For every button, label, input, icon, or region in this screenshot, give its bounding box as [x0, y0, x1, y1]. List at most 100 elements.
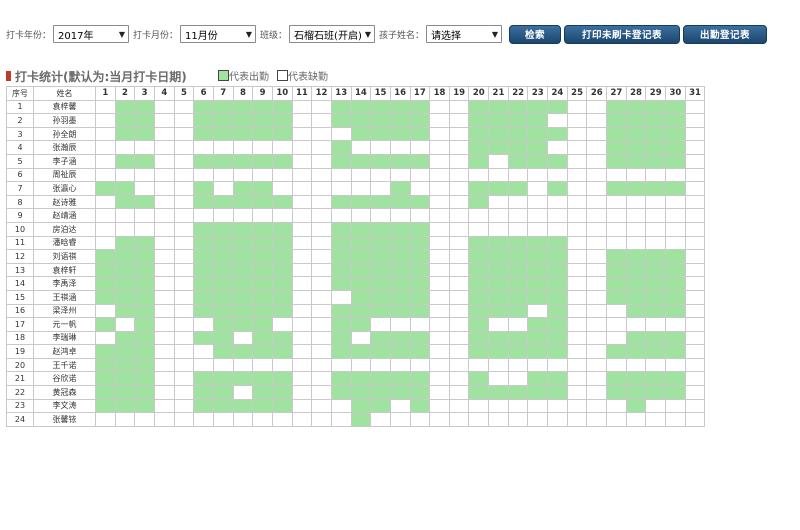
attendance-cell-present — [370, 99, 391, 115]
attendance-cell-present — [350, 317, 372, 332]
child-name: 潘晗睿 — [33, 235, 96, 251]
attendance-cell-present — [212, 344, 234, 359]
attendance-cell-present — [193, 235, 214, 251]
attendance-cell-absent — [173, 385, 195, 400]
attendance-cell-present — [212, 303, 234, 319]
attendance-cell-absent — [566, 126, 588, 142]
attendance-cell-present — [488, 181, 509, 196]
attendance-cell-present — [645, 276, 667, 291]
attendance-cell-present — [95, 289, 116, 305]
attendance-cell-absent — [527, 412, 549, 427]
attendance-cell-absent — [291, 330, 313, 346]
attendance-cell-absent — [153, 330, 175, 346]
attendance-cell-present — [527, 235, 549, 251]
attendance-cell-absent — [252, 167, 273, 183]
attendance-cell-absent — [429, 208, 450, 223]
attendance-cell-present — [409, 262, 431, 278]
attendance-cell-absent — [193, 317, 214, 332]
attendance-cell-present — [212, 153, 234, 169]
attendance-cell-absent — [95, 113, 116, 128]
attendance-cell-present — [468, 262, 490, 278]
attendance-cell-absent — [684, 276, 706, 291]
attendance-cell-absent — [252, 208, 273, 223]
attendance-cell-absent — [566, 235, 588, 251]
attendance-cell-absent — [311, 235, 332, 251]
attendance-cell-absent — [291, 235, 313, 251]
attendance-cell-present — [468, 385, 490, 400]
attendance-cell-absent — [448, 385, 470, 400]
attendance-cell-absent — [173, 317, 195, 332]
attendance-cell-present — [665, 181, 686, 196]
attendance-cell-absent — [330, 357, 352, 373]
attendance-cell-present — [389, 303, 411, 319]
attendance-cell-absent — [350, 140, 372, 155]
attendance-cell-absent — [311, 126, 332, 142]
attendance-cell-absent — [566, 113, 588, 128]
legend-absent: 代表缺勤 — [277, 68, 328, 83]
attendance-cell-present — [350, 385, 372, 400]
attendance-cell-present — [606, 249, 627, 264]
attendance-cell-present — [193, 276, 214, 291]
attendance-cell-absent — [153, 357, 175, 373]
print-unswiped-button[interactable]: 打印未刷卡登记表 — [564, 24, 681, 44]
child-name: 张瀛心 — [33, 181, 96, 196]
attendance-cell-absent — [291, 344, 313, 359]
attendance-cell-absent — [566, 412, 588, 427]
child-name: 周祉辰 — [33, 167, 96, 183]
attendance-cell-absent — [547, 398, 568, 414]
attendance-cell-absent — [114, 140, 136, 155]
attendance-cell-absent — [448, 113, 470, 128]
attendance-cell-present — [232, 99, 254, 115]
attendance-cell-present — [252, 371, 273, 387]
attendance-cell-present — [468, 235, 490, 251]
attendance-cell-present — [606, 276, 627, 291]
attendance-cell-absent — [606, 357, 627, 373]
attendance-cell-present — [350, 289, 372, 305]
day-header: 1 — [95, 86, 116, 101]
attendance-cell-present — [212, 262, 234, 278]
attendance-cell-present — [527, 371, 549, 387]
attendance-cell-absent — [193, 208, 214, 223]
attendance-cell-present — [547, 317, 568, 332]
year-select[interactable]: 2017年 ▼ — [53, 25, 130, 43]
attendance-cell-absent — [153, 126, 175, 142]
attendance-cell-absent — [311, 412, 332, 427]
attendance-cell-absent — [645, 412, 667, 427]
attendance-cell-absent — [330, 167, 352, 183]
attendance-cell-absent — [448, 262, 470, 278]
child-select[interactable]: 请选择 ▼ — [426, 25, 503, 43]
row-index: 2 — [6, 113, 34, 128]
attendance-cell-absent — [409, 140, 431, 155]
attendance-cell-present — [625, 99, 647, 115]
attendance-cell-absent — [527, 167, 549, 183]
attendance-cell-present — [370, 276, 391, 291]
attendance-cell-present — [330, 99, 352, 115]
row-index: 3 — [6, 126, 34, 142]
attendance-cell-present — [665, 153, 686, 169]
attendance-cell-absent — [625, 412, 647, 427]
attendance-cell-present — [625, 371, 647, 387]
attendance-register-button[interactable]: 出勤登记表 — [683, 24, 768, 44]
header-index: 序号 — [6, 86, 34, 101]
attendance-cell-absent — [429, 330, 450, 346]
class-select[interactable]: 石榴石班(开启) ▼ — [289, 25, 376, 43]
attendance-cell-absent — [173, 153, 195, 169]
attendance-cell-present — [488, 249, 509, 264]
search-button[interactable]: 检索 — [509, 24, 562, 44]
attendance-cell-absent — [311, 113, 332, 128]
attendance-cell-absent — [429, 235, 450, 251]
attendance-cell-absent — [271, 167, 293, 183]
attendance-cell-present — [507, 385, 529, 400]
attendance-cell-absent — [212, 181, 234, 196]
attendance-cell-present — [134, 289, 155, 305]
day-header: 11 — [291, 86, 313, 101]
month-select[interactable]: 11月份 ▼ — [180, 25, 257, 43]
attendance-cell-present — [114, 194, 136, 210]
attendance-cell-present — [409, 126, 431, 142]
attendance-cell-absent — [291, 317, 313, 332]
attendance-cell-present — [271, 385, 293, 400]
attendance-cell-absent — [370, 181, 391, 196]
attendance-cell-present — [409, 371, 431, 387]
attendance-cell-absent — [95, 153, 116, 169]
attendance-cell-absent — [684, 167, 706, 183]
